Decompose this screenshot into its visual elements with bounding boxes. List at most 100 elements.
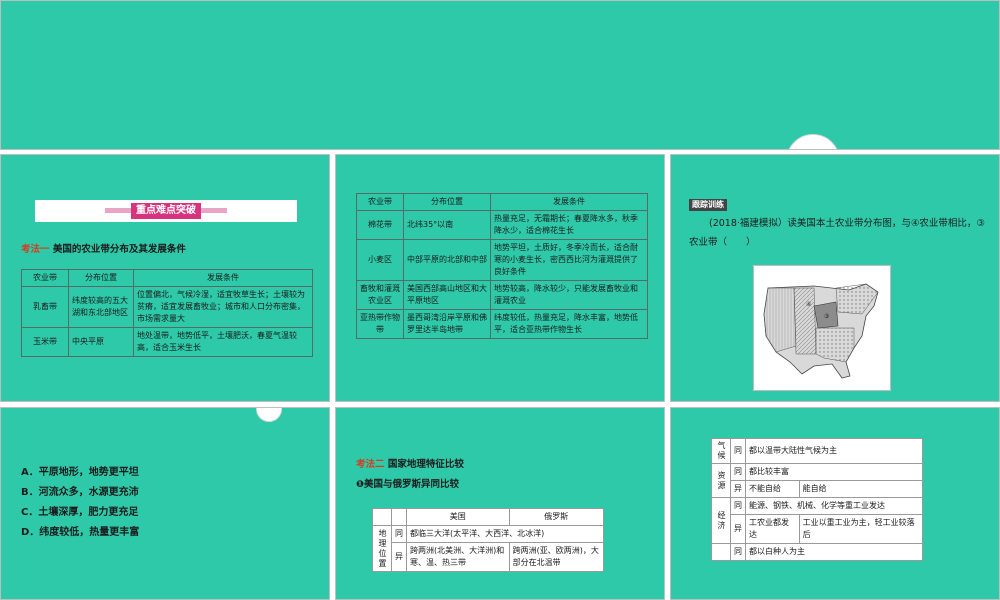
same-label: 同 [730,497,746,515]
svg-text:③: ③ [824,313,829,320]
section-banner: 重点难点突破 [35,200,297,222]
table-row: 异 不能自给 能自给 [712,480,924,498]
table-row: 气候 同 都以温带大陆性气候为主 [711,438,923,464]
table-cell: 工农业都发达 [745,514,800,544]
table-header: 分布位置 [68,269,134,287]
slide-practice-question: 跟踪训练 (2018·福建模拟）读美国本土农业带分布图，与④农业带相比，③农业带… [670,154,1000,402]
table-cell: 中部平原的北部和中部 [403,239,491,281]
slide-agri-belts-1: 重点难点突破 考法一 美国的农业带分布及其发展条件 农业带 分布位置 发展条件 … [0,154,330,402]
us-agriculture-map: ③ ④ [753,265,891,391]
agri-belt-table: 农业带 分布位置 发展条件 棉花带 北纬35°以南 热量充足，无霜期长；春夏降水… [356,193,648,339]
category-cell: 气候 [711,438,731,464]
table-cell: 畜牧和灌溉农业区 [356,280,404,310]
compare-table: 美国 俄罗斯 地理位置 同 都临三大洋(太平洋、大西洋、北冰洋) 异 跨两洲(北… [372,508,605,572]
same-label: 同 [730,463,746,481]
table-row: 亚热带作物带 墨西哥湾沿岸平原和佛罗里达半岛地带 纬度较低，热量充足，降水丰富，… [356,309,648,339]
table-cell: 地势平坦，土质好，冬季冷而长，适合耐寒的小麦生长，密西西比河为灌溉提供了良好条件 [490,239,648,281]
table-row: 地理位置 同 都临三大洋(太平洋、大西洋、北冰洋) [372,525,604,572]
table-cell: 小麦区 [356,239,404,281]
table-cell: 棉花带 [356,210,404,240]
table-cell: 都以白种人为主 [745,543,923,561]
category-cell: 资源 [711,463,731,498]
table-header: 农业带 [356,193,404,211]
wave-decoration [786,134,840,149]
table-row: 经济 同 能源、钢铁、机械、化学等重工业发达 [711,497,923,544]
table-row: 玉米带 中央平原 地处温带，地势低平，土壤肥沃，春夏气温较高，适合玉米生长 [21,327,313,357]
wave-decoration [256,408,282,422]
option-d[interactable]: D．纬度较低，热量更丰富 [21,523,139,543]
compare-table-continued: 气候 同 都以温带大陆性气候为主 资源 同 都比较丰富 异 不能自给 能自给 经… [711,438,924,561]
question-text: (2018·福建模拟）读美国本土农业带分布图，与④农业带相比，③农业带（ ） [689,218,985,248]
table-cell: 能源、钢铁、机械、化学等重工业发达 [745,497,923,515]
table-row: 同 都以白种人为主 [711,543,923,561]
table-row: 小麦区 中部平原的北部和中部 地势平坦，土质好，冬季冷而长，适合耐寒的小麦生长，… [356,239,648,281]
slide-top [0,0,1000,150]
table-header: 美国 [406,508,510,526]
table-cell: 跨两洲(亚、欧两洲)，大部分在北温带 [508,542,605,572]
table-cell: 位置偏北，气候冷湿，适宜牧草生长；土壤较为贫瘠，适宜发展畜牧业；城市和人口分布密… [133,286,313,328]
table-header: 发展条件 [133,269,313,287]
slide-options: A．平原地形，地势更平坦 B．河流众多，水源更充沛 C．土壤深厚，肥力更充足 D… [0,407,330,600]
table-row: 资源 同 都比较丰富 [711,463,923,498]
option-b[interactable]: B．河流众多，水源更充沛 [21,483,139,503]
table-row: 异 工农业都发达 工业以重工业为主，轻工业较落后 [712,514,924,544]
method-tag: 考法一 [21,244,50,255]
diff-label: 异 [730,514,746,544]
table-header: 分布位置 [403,193,491,211]
table-row: 乳畜带 纬度较高的五大湖和东北部地区 位置偏北，气候冷湿，适宜牧草生长；土壤较为… [21,286,313,328]
table-cell: 美国西部高山地区和大平原地区 [403,280,491,310]
blank-header [372,508,392,526]
table-cell: 乳畜带 [21,286,69,328]
slide-compare-continued: 气候 同 都以温带大陆性气候为主 资源 同 都比较丰富 异 不能自给 能自给 经… [670,407,1000,600]
category-cell: 经济 [711,497,731,544]
banner-label: 重点难点突破 [131,203,201,219]
same-label: 同 [391,525,407,543]
table-cell: 工业以重工业为主，轻工业较落后 [798,514,924,544]
table-row: 畜牧和灌溉农业区 美国西部高山地区和大平原地区 地势较高，降水较少，只能发展畜牧… [356,280,648,310]
table-cell: 中央平原 [68,327,134,357]
slide-agri-belts-2: 农业带 分布位置 发展条件 棉花带 北纬35°以南 热量充足，无霜期长；春夏降水… [335,154,665,402]
table-cell: 都临三大洋(太平洋、大西洋、北冰洋) [406,525,604,543]
same-label: 同 [730,438,746,464]
category-cell [711,543,731,561]
method-tag: 考法二 [356,459,385,470]
method-title: 美国的农业带分布及其发展条件 [52,244,186,255]
slide-country-compare: 考法二 国家地理特征比较 ❶美国与俄罗斯异同比较 美国 俄罗斯 地理位置 同 都… [335,407,665,600]
table-cell: 都以温带大陆性气候为主 [745,438,923,464]
table-cell: 能自给 [798,480,924,498]
table-cell: 地处温带，地势低平，土壤肥沃，春夏气温较高，适合玉米生长 [133,327,313,357]
table-cell: 墨西哥湾沿岸平原和佛罗里达半岛地带 [403,309,491,339]
practice-question: 跟踪训练 (2018·福建模拟）读美国本土农业带分布图，与④农业带相比，③农业带… [689,195,989,252]
table-cell: 玉米带 [21,327,69,357]
table-cell: 北纬35°以南 [403,210,491,240]
method-title: 国家地理特征比较 [387,459,464,470]
table-header: 发展条件 [490,193,648,211]
option-a[interactable]: A．平原地形，地势更平坦 [21,463,139,483]
subtitle: ❶美国与俄罗斯异同比较 [356,479,460,490]
table-cell: 纬度较低，热量充足，降水丰富，地势低平，适合亚热带作物生长 [490,309,648,339]
banner-decoration [105,208,131,213]
practice-badge: 跟踪训练 [689,199,727,211]
diff-label: 异 [391,542,407,572]
blank-header [391,508,407,526]
table-cell: 地势较高，降水较少，只能发展畜牧业和灌溉农业 [490,280,648,310]
category-cell: 地理位置 [372,525,392,572]
table-cell: 不能自给 [745,480,800,498]
same-label: 同 [730,543,746,561]
svg-text:④: ④ [806,301,811,308]
option-c[interactable]: C．土壤深厚，肥力更充足 [21,503,139,523]
table-row: 棉花带 北纬35°以南 热量充足，无霜期长；春夏降水多，秋季降水少，适合棉花生长 [356,210,648,240]
banner-decoration [201,208,227,213]
method-heading: 考法一 美国的农业带分布及其发展条件 [21,241,186,255]
table-cell: 热量充足，无霜期长；春夏降水多，秋季降水少，适合棉花生长 [490,210,648,240]
table-cell: 纬度较高的五大湖和东北部地区 [68,286,134,328]
table-row: 异 跨两洲(北美洲、大洋洲)和寒、温、热三带 跨两洲(亚、欧两洲)，大部分在北温… [373,542,605,572]
table-header: 俄罗斯 [508,508,605,526]
table-cell: 跨两洲(北美洲、大洋洲)和寒、温、热三带 [406,542,510,572]
table-cell: 亚热带作物带 [356,309,404,339]
table-cell: 都比较丰富 [745,463,923,481]
answer-options: A．平原地形，地势更平坦 B．河流众多，水源更充沛 C．土壤深厚，肥力更充足 D… [21,463,139,543]
method-heading: 考法二 国家地理特征比较 [356,456,464,470]
us-map-graphic: ③ ④ [763,283,879,379]
diff-label: 异 [730,480,746,498]
